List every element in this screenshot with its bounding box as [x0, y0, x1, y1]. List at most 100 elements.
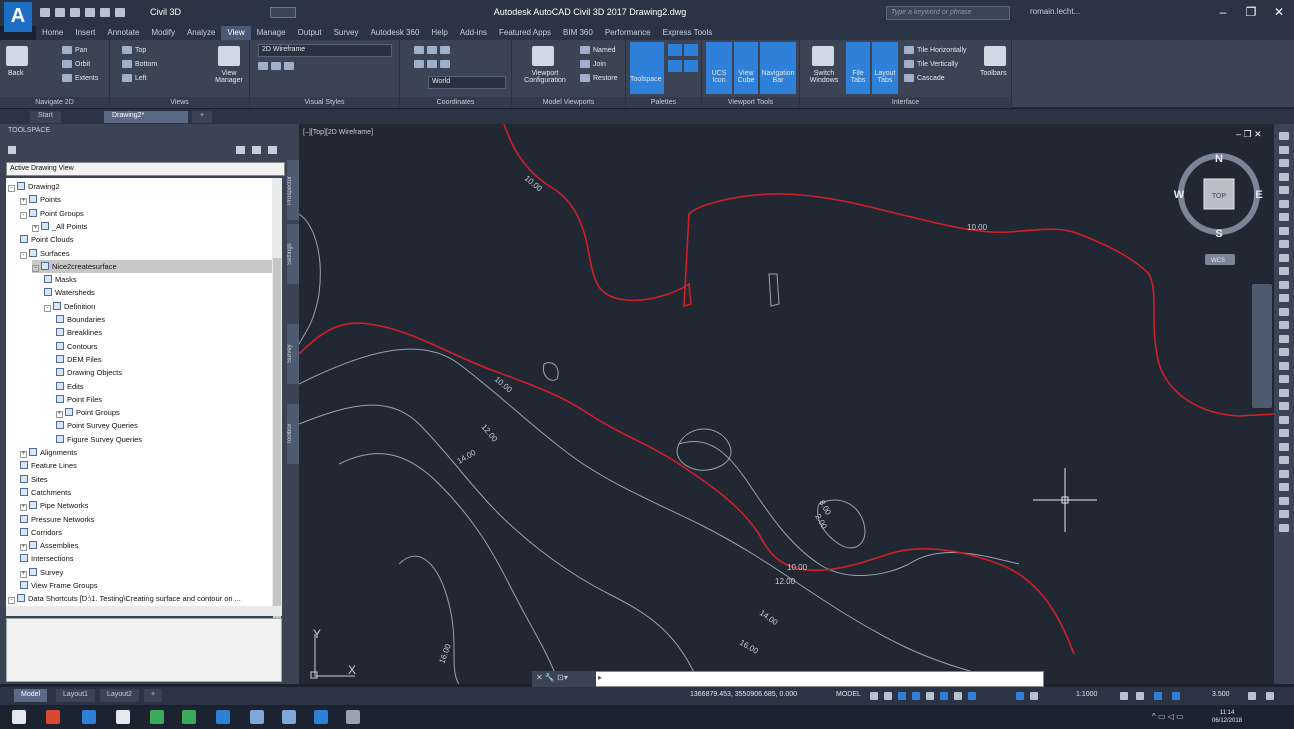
back-icon[interactable]	[6, 46, 28, 66]
ribbon-tab-home[interactable]: Home	[36, 26, 69, 40]
tool-palette-icon[interactable]	[684, 44, 698, 56]
units-icon[interactable]	[1154, 692, 1162, 700]
right-toolbar-tool-icon[interactable]	[1279, 294, 1289, 302]
viewport-config-icon[interactable]	[532, 46, 554, 66]
tree-item[interactable]: + Assemblies	[20, 539, 78, 552]
expand-icon[interactable]: +	[56, 411, 63, 419]
ribbon-tab-analyze[interactable]: Analyze	[181, 26, 221, 40]
isolate-objects-icon[interactable]	[1248, 692, 1256, 700]
tree-item[interactable]: - Drawing2	[8, 180, 60, 193]
taskbar-clock[interactable]: 11:14 06/12/2018	[1212, 709, 1242, 725]
navigation-bar[interactable]	[1252, 284, 1272, 408]
layout-tab-layout2[interactable]: Layout2	[100, 689, 139, 702]
application-menu-button[interactable]: A	[4, 2, 32, 32]
toolbars-icon[interactable]	[984, 46, 1006, 66]
file-tabs-toggle[interactable]	[846, 42, 870, 94]
design-center-icon[interactable]	[668, 60, 682, 72]
right-toolbar-tool-icon[interactable]	[1279, 240, 1289, 248]
print-icon[interactable]	[85, 8, 95, 17]
help-icon[interactable]	[268, 146, 277, 154]
new-file-icon[interactable]	[40, 8, 50, 17]
viewport-controls-label[interactable]: [–][Top][2D Wireframe]	[303, 129, 373, 136]
grid-icon[interactable]	[870, 692, 878, 700]
right-toolbar-tool-icon[interactable]	[1279, 132, 1289, 140]
tree-item[interactable]: Point Files	[56, 393, 102, 406]
ribbon-tab-bim-360[interactable]: BIM 360	[557, 26, 599, 40]
otrack-icon[interactable]	[940, 692, 948, 700]
expand-icon[interactable]: +	[20, 198, 27, 206]
redo-icon[interactable]	[115, 8, 125, 17]
restore-button[interactable]: ❐	[1240, 5, 1262, 19]
workspace-selector[interactable]: Civil 3D	[150, 7, 181, 17]
tree-item[interactable]: + Survey	[20, 566, 63, 579]
toolspace-toggle[interactable]	[630, 42, 664, 94]
quick-access-dropdown[interactable]	[270, 7, 296, 18]
layout-tabs-toggle[interactable]	[872, 42, 898, 94]
file-tab-start[interactable]: Start	[30, 111, 61, 123]
right-toolbar-tool-icon[interactable]	[1279, 388, 1289, 397]
tree-item[interactable]: + _All Points	[32, 220, 87, 233]
notes-icon[interactable]	[282, 710, 296, 724]
toolspace-view-select[interactable]: Active Drawing View	[6, 162, 285, 176]
tree-item[interactable]: - Point Groups	[20, 207, 84, 220]
lineweight-icon[interactable]	[954, 692, 962, 700]
restore-viewports-button[interactable]: Restore	[580, 74, 618, 82]
expand-icon[interactable]: +	[20, 504, 27, 512]
ucs-icon-toggle[interactable]	[706, 42, 732, 94]
join-viewports-button[interactable]: Join	[580, 60, 606, 68]
tile-horizontally-button[interactable]: Tile Horizontally	[904, 46, 967, 54]
side-tab-prospector[interactable]: Prospector	[287, 160, 299, 220]
toolbars-button[interactable]: Toolbars	[980, 70, 1006, 77]
tree-item[interactable]: + Points	[20, 193, 61, 206]
right-toolbar-tool-icon[interactable]	[1279, 375, 1289, 383]
tree-item[interactable]: Sites	[20, 473, 48, 486]
named-viewports-button[interactable]: Named	[580, 46, 616, 54]
workspace-switch-icon[interactable]	[1120, 692, 1128, 700]
tree-item[interactable]: + Pipe Networks	[20, 499, 88, 512]
toolspace-item-view-icon[interactable]	[236, 146, 245, 154]
right-toolbar-tool-icon[interactable]	[1279, 496, 1289, 505]
mail-icon[interactable]	[216, 710, 230, 724]
orbit-button[interactable]: Orbit	[62, 60, 90, 68]
viewcube-toggle[interactable]	[734, 42, 758, 94]
save-icon[interactable]	[70, 8, 80, 17]
properties-palette-icon[interactable]	[668, 44, 682, 56]
word-icon[interactable]	[250, 710, 264, 724]
tree-scroll-thumb[interactable]	[273, 258, 281, 646]
drawing-canvas[interactable]: 10.00 10.00 10.00 10.00 12.00 14.00 12.0…	[299, 124, 1274, 684]
compass-east-label[interactable]: E	[1255, 189, 1262, 201]
tree-item[interactable]: Intersections	[20, 552, 74, 565]
layout-tab-model[interactable]: Model	[14, 689, 48, 702]
open-file-icon[interactable]	[55, 8, 65, 17]
switch-windows-icon[interactable]	[812, 46, 834, 66]
coordinate-system-select[interactable]: World	[428, 76, 506, 89]
right-toolbar-tool-icon[interactable]	[1279, 334, 1289, 343]
tree-item[interactable]: Boundaries	[56, 313, 105, 326]
app-icon-green[interactable]	[150, 710, 164, 724]
visual-style-select[interactable]: 2D Wireframe	[258, 44, 392, 57]
ribbon-tab-autodesk-360[interactable]: Autodesk 360	[364, 26, 425, 40]
right-toolbar-tool-icon[interactable]	[1279, 429, 1289, 437]
right-toolbar-tool-icon[interactable]	[1279, 145, 1289, 154]
collapse-icon[interactable]: -	[44, 304, 51, 312]
tree-item[interactable]: Edits	[56, 380, 84, 393]
ribbon-tab-annotate[interactable]: Annotate	[101, 26, 145, 40]
ribbon-tab-help[interactable]: Help	[425, 26, 453, 40]
right-toolbar-tool-icon[interactable]	[1279, 213, 1289, 221]
right-toolbar-tool-icon[interactable]	[1279, 280, 1289, 289]
close-button[interactable]: ✕	[1268, 5, 1290, 19]
annotation-monitor-icon[interactable]	[1136, 692, 1144, 700]
ucs-tools-row1[interactable]	[414, 46, 453, 54]
add-layout-button[interactable]: +	[144, 689, 163, 702]
ribbon-tab-output[interactable]: Output	[292, 26, 328, 40]
view-manager-icon[interactable]	[218, 46, 240, 66]
view-left-button[interactable]: Left	[122, 74, 147, 82]
toolspace-menu-icon[interactable]	[8, 146, 16, 154]
right-toolbar-tool-icon[interactable]	[1279, 172, 1289, 181]
start-menu-icon[interactable]	[12, 710, 26, 724]
viewport-config-button[interactable]: Viewport Configuration	[520, 70, 570, 84]
auto-scale-icon[interactable]	[1030, 692, 1038, 700]
ortho-icon[interactable]	[898, 692, 906, 700]
tree-item[interactable]: Point Survey Queries	[56, 419, 138, 432]
tree-item[interactable]: - Data Shortcuts [D:\1. Testing\Creating …	[8, 592, 241, 605]
